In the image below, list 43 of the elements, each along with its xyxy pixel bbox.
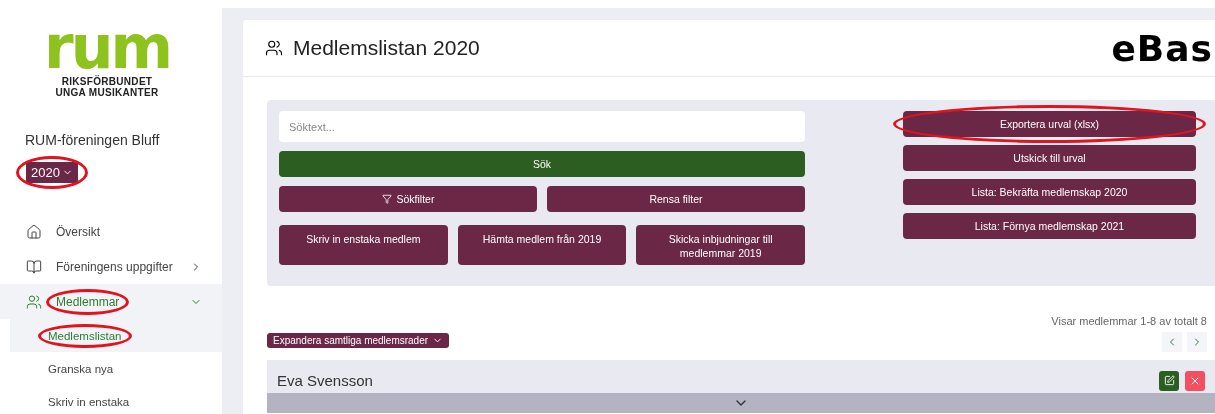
previous-page-button[interactable] — [1162, 332, 1182, 352]
delete-button[interactable] — [1185, 370, 1205, 391]
nav-label: Föreningens uppgifter — [56, 259, 173, 274]
search-button[interactable]: Sök — [279, 151, 805, 177]
home-icon — [26, 223, 42, 240]
filter-button[interactable]: Sökfilter — [279, 186, 537, 212]
nav-subitem[interactable]: Skriv in enstaka — [10, 385, 222, 414]
nav-label: Skriv in enstaka — [48, 395, 130, 408]
edit-button[interactable] — [1159, 370, 1179, 391]
users-icon — [265, 39, 283, 57]
filter-button[interactable]: Rensa filter — [547, 186, 805, 212]
nav-label: Översikt — [56, 224, 100, 239]
list-action-button[interactable]: Lista: Förnya medlemskap 2021 — [903, 213, 1196, 239]
page-title: Medlemslistan 2020 — [293, 36, 481, 60]
next-page-button[interactable] — [1187, 332, 1207, 352]
nav-subitem[interactable]: Medlemslistan — [10, 319, 222, 352]
action-button[interactable]: Skicka inbjudningar till medlemmar 2019 — [636, 225, 805, 265]
filter-icon — [381, 194, 392, 204]
nav-label: Medlemslistan — [48, 329, 122, 342]
brand-logo: eBas — [1111, 27, 1213, 69]
member-name: Eva Svensson — [277, 372, 374, 389]
organization-name: RUM-föreningen Bluff — [25, 132, 161, 148]
member-count: Visar medlemmar 1-8 av totalt 8 — [1051, 315, 1207, 327]
nav-item[interactable]: Medlemmar — [0, 284, 222, 319]
expand-all-button[interactable]: Expandera samtliga medlemsrader — [267, 333, 450, 348]
logo-text: rum — [44, 22, 170, 72]
nav-subitem[interactable]: Granska nya — [10, 352, 222, 385]
logo-text: RIKSFÖRBUNDET — [61, 76, 153, 87]
list-action-button[interactable]: Lista: Bekräfta medlemskap 2020 — [903, 179, 1196, 205]
nav-label: Medlemmar — [56, 294, 120, 309]
edit-icon — [1163, 375, 1175, 386]
search-field[interactable]: Söktext... — [279, 111, 805, 142]
action-button[interactable]: Skriv in enstaka medlem — [279, 225, 448, 265]
action-button[interactable]: Hämta medlem från 2019 — [457, 225, 627, 265]
nav-item[interactable]: Översikt — [0, 214, 222, 249]
list-action-button[interactable]: Utskick till urval — [903, 145, 1196, 171]
nav-item[interactable]: Föreningens uppgifter — [0, 249, 222, 284]
logo-text: UNGA MUSIKANTER — [55, 87, 159, 98]
year-selector[interactable]: 2020 — [26, 162, 78, 183]
users-icon — [26, 293, 42, 310]
book-icon — [26, 258, 42, 275]
list-action-button[interactable]: Exportera urval (xlsx) — [903, 111, 1196, 137]
nav-label: Granska nya — [48, 362, 114, 375]
